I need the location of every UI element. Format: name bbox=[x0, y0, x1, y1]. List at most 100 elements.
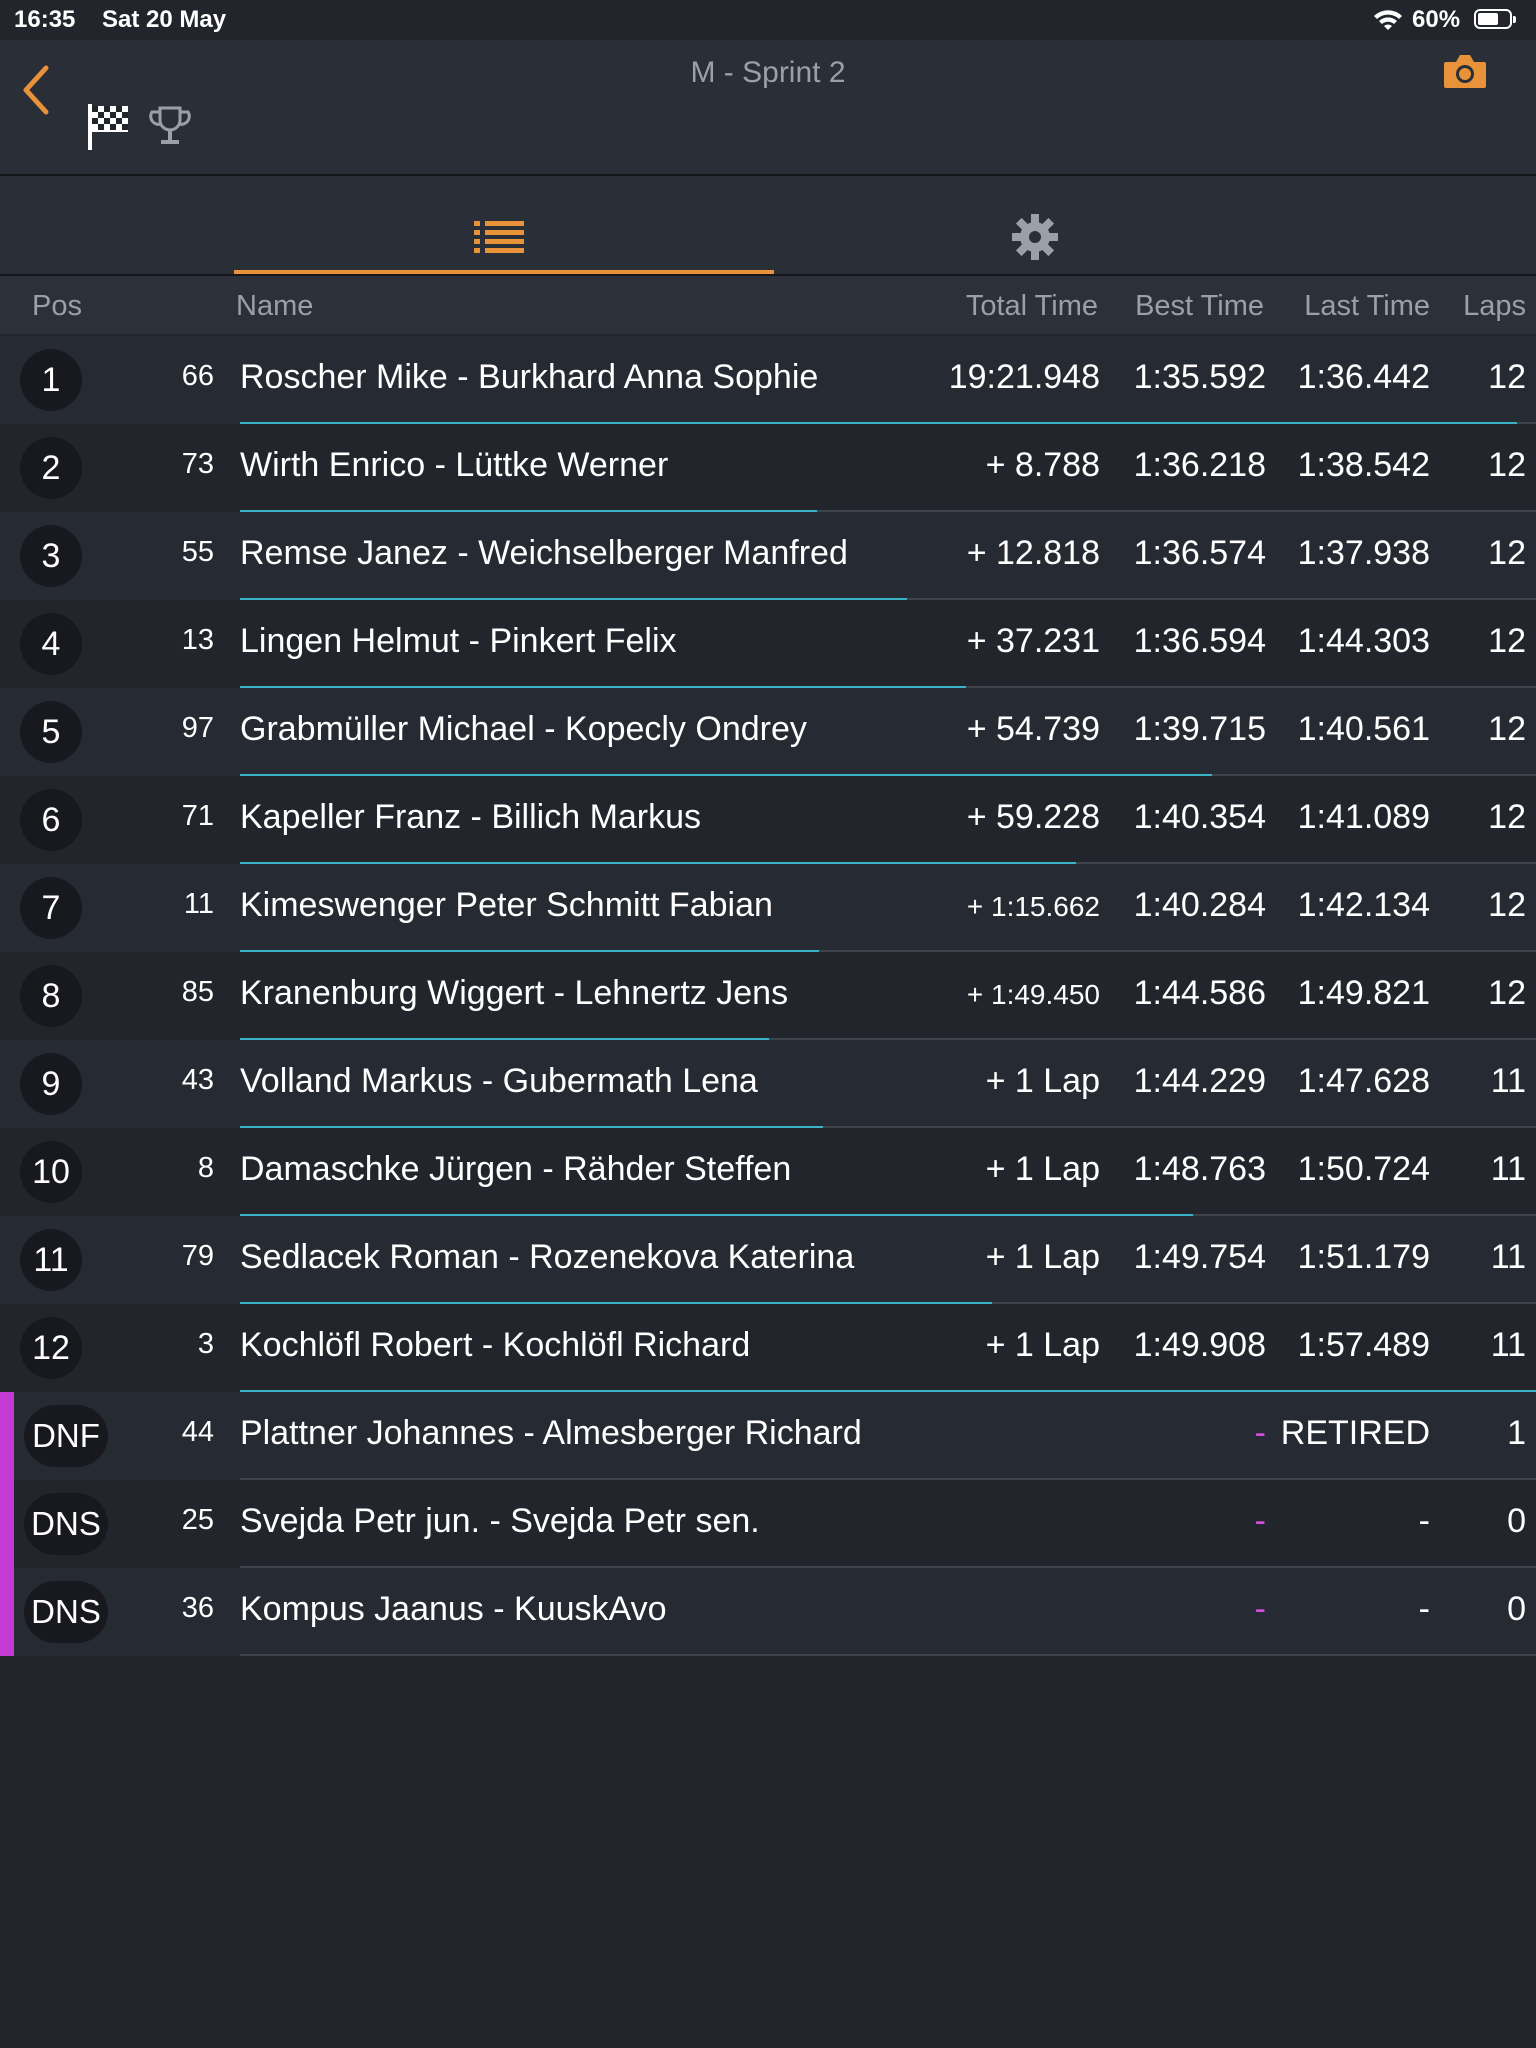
header-last-time: Last Time bbox=[1304, 290, 1430, 322]
position-badge: 8 bbox=[20, 965, 82, 1027]
table-row[interactable]: 3 55 Remse Janez - Weichselberger Manfred +… bbox=[0, 512, 1536, 600]
car-number: 3 bbox=[197, 1328, 214, 1360]
best-time: - bbox=[1254, 1414, 1266, 1452]
table-row[interactable]: 12 3 Kochlöfl Robert - Kochlöfl Richard + 1… bbox=[0, 1304, 1536, 1392]
tab-settings-gear-icon[interactable] bbox=[1010, 212, 1060, 262]
driver-names: Kapeller Franz - Billich Markus bbox=[240, 798, 702, 836]
total-time: + 12.818 bbox=[966, 534, 1100, 572]
checkered-flag-icon[interactable] bbox=[86, 102, 132, 152]
last-time: 1:50.724 bbox=[1297, 1150, 1430, 1188]
total-time: + 1 Lap bbox=[985, 1062, 1100, 1100]
table-row[interactable]: 11 79 Sedlacek Roman - Rozenekova Katerina… bbox=[0, 1216, 1536, 1304]
header-pos: Pos bbox=[32, 290, 82, 322]
page-title: M - Sprint 2 bbox=[690, 56, 846, 89]
laps-count: 12 bbox=[1488, 710, 1526, 748]
best-time: 1:48.763 bbox=[1133, 1150, 1266, 1188]
best-time: 1:40.284 bbox=[1133, 886, 1266, 924]
camera-button[interactable] bbox=[1442, 50, 1488, 92]
best-time: - bbox=[1254, 1590, 1266, 1628]
retired-stripe bbox=[0, 1480, 14, 1568]
table-row[interactable]: 4 13 Lingen Helmut - Pinkert Felix + 37.231… bbox=[0, 600, 1536, 688]
table-row[interactable]: 10 8 Damaschke Jürgen - Rähder Steffen + 1 … bbox=[0, 1128, 1536, 1216]
list-icon bbox=[474, 221, 524, 253]
best-time: 1:44.229 bbox=[1133, 1062, 1266, 1100]
laps-count: 11 bbox=[1490, 1238, 1526, 1276]
driver-names: Kochlöfl Robert - Kochlöfl Richard bbox=[240, 1326, 751, 1364]
table-row[interactable]: 8 85 Kranenburg Wiggert - Lehnertz Jens + 1… bbox=[0, 952, 1536, 1040]
last-time: 1:47.628 bbox=[1297, 1062, 1430, 1100]
status-bar: 16:35 Sat 20 May 60% bbox=[0, 0, 1536, 40]
laps-count: 12 bbox=[1488, 534, 1526, 572]
total-time: + 54.739 bbox=[966, 710, 1100, 748]
battery-icon bbox=[1474, 9, 1516, 29]
table-row[interactable]: 9 43 Volland Markus - Gubermath Lena + 1 La… bbox=[0, 1040, 1536, 1128]
status-date: Sat 20 May bbox=[102, 6, 227, 33]
laps-count: 12 bbox=[1488, 446, 1526, 484]
car-number: 85 bbox=[181, 976, 214, 1008]
driver-names: Svejda Petr jun. - Svejda Petr sen. bbox=[240, 1502, 760, 1540]
table-row[interactable]: 1 66 Roscher Mike - Burkhard Anna Sophie 19… bbox=[0, 336, 1536, 424]
position-badge: 11 bbox=[20, 1229, 82, 1291]
trophy-icon[interactable] bbox=[148, 104, 192, 150]
table-row[interactable]: DNF 44 Plattner Johannes - Almesberger Ric… bbox=[0, 1392, 1536, 1480]
position-badge: 2 bbox=[20, 437, 82, 499]
total-time: + 1 Lap bbox=[985, 1238, 1100, 1276]
laps-count: 12 bbox=[1488, 886, 1526, 924]
car-number: 8 bbox=[197, 1152, 214, 1184]
total-time: + 1 Lap bbox=[985, 1150, 1100, 1188]
best-time: 1:49.754 bbox=[1133, 1238, 1266, 1276]
table-row[interactable]: 7 11 Kimeswenger Peter Schmitt Fabian + 1:1… bbox=[0, 864, 1536, 952]
best-time: 1:44.586 bbox=[1133, 974, 1266, 1012]
last-time: 1:57.489 bbox=[1297, 1326, 1430, 1364]
car-number: 43 bbox=[181, 1064, 214, 1096]
last-time: 1:42.134 bbox=[1297, 886, 1430, 924]
last-time: 1:40.561 bbox=[1297, 710, 1430, 748]
best-time: 1:49.908 bbox=[1133, 1326, 1266, 1364]
results-table: 1 66 Roscher Mike - Burkhard Anna Sophie 19… bbox=[0, 336, 1536, 1656]
last-time: 1:41.089 bbox=[1297, 798, 1430, 836]
tab-results-list[interactable] bbox=[234, 176, 774, 274]
table-row[interactable]: 5 97 Grabmüller Michael - Kopecly Ondrey + … bbox=[0, 688, 1536, 776]
total-time: + 1:15.662 bbox=[966, 891, 1100, 922]
driver-names: Plattner Johannes - Almesberger Richard bbox=[240, 1414, 862, 1452]
car-number: 25 bbox=[181, 1504, 214, 1536]
header-best-time: Best Time bbox=[1135, 290, 1264, 322]
best-time: 1:40.354 bbox=[1133, 798, 1266, 836]
total-time: + 8.788 bbox=[985, 446, 1100, 484]
laps-count: 11 bbox=[1490, 1326, 1526, 1364]
car-number: 66 bbox=[181, 360, 214, 392]
results-header: Pos Name Total Time Best Time Last Time … bbox=[0, 276, 1536, 334]
position-badge: 5 bbox=[20, 701, 82, 763]
status-time: 16:35 bbox=[14, 6, 76, 33]
driver-names: Damaschke Jürgen - Rähder Steffen bbox=[240, 1150, 792, 1188]
position-badge: 6 bbox=[20, 789, 82, 851]
car-number: 55 bbox=[181, 536, 214, 568]
last-time: - bbox=[1418, 1590, 1430, 1628]
best-time: 1:36.218 bbox=[1133, 446, 1266, 484]
total-time: 19:21.948 bbox=[948, 358, 1100, 396]
table-row[interactable]: 2 73 Wirth Enrico - Lüttke Werner + 8.788 1:… bbox=[0, 424, 1536, 512]
last-time: 1:44.303 bbox=[1297, 622, 1430, 660]
total-time: + 1:49.450 bbox=[966, 979, 1100, 1010]
driver-names: Kompus Jaanus - KuuskAvo bbox=[240, 1590, 667, 1628]
position-badge: 7 bbox=[20, 877, 82, 939]
table-row[interactable]: DNS 25 Svejda Petr jun. - Svejda Petr sen.… bbox=[0, 1480, 1536, 1568]
position-badge: 9 bbox=[20, 1053, 82, 1115]
table-row[interactable]: DNS 36 Kompus Jaanus - KuuskAvo - - 0 bbox=[0, 1568, 1536, 1656]
best-time: - bbox=[1254, 1502, 1266, 1540]
position-badge: DNS bbox=[24, 1581, 108, 1643]
table-row[interactable]: 6 71 Kapeller Franz - Billich Markus + 59.2… bbox=[0, 776, 1536, 864]
position-badge: 1 bbox=[20, 349, 82, 411]
wifi-icon bbox=[1374, 10, 1402, 30]
car-number: 11 bbox=[183, 888, 214, 920]
best-time: 1:39.715 bbox=[1133, 710, 1266, 748]
driver-names: Volland Markus - Gubermath Lena bbox=[240, 1062, 758, 1100]
retired-stripe bbox=[0, 1568, 14, 1656]
position-badge: DNF bbox=[24, 1405, 108, 1467]
car-number: 73 bbox=[181, 448, 214, 480]
car-number: 97 bbox=[181, 712, 214, 744]
car-number: 44 bbox=[181, 1416, 214, 1448]
laps-count: 0 bbox=[1507, 1502, 1526, 1540]
battery-percent: 60% bbox=[1412, 6, 1461, 33]
total-time: + 59.228 bbox=[966, 798, 1100, 836]
